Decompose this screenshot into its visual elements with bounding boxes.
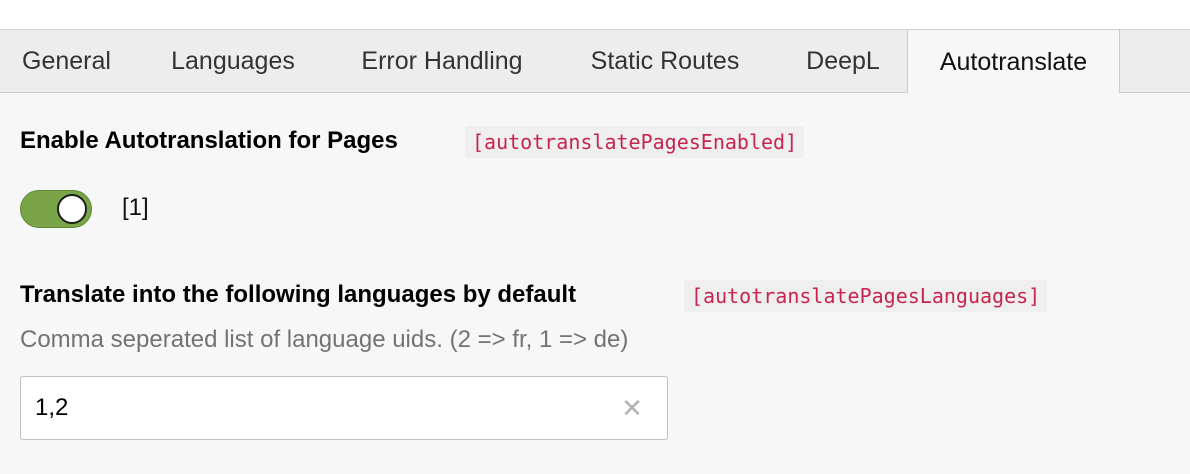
autotranslate-pages-key: [autotranslatePagesEnabled]	[465, 126, 805, 158]
autotranslate-languages-key: [autotranslatePagesLanguages]	[684, 280, 1048, 312]
top-strip	[0, 0, 1190, 29]
toggle-knob	[57, 194, 87, 224]
tab-deepl[interactable]: DeepL	[779, 30, 907, 93]
autotranslate-languages-label: Translate into the following languages b…	[20, 281, 577, 308]
close-icon[interactable]: ✕	[619, 393, 645, 423]
toggle-value: [1]	[122, 194, 149, 221]
tab-static-routes[interactable]: Static Routes	[551, 30, 779, 93]
tab-bar: General Languages Error Handling Static …	[0, 29, 1190, 93]
tab-error-handling[interactable]: Error Handling	[333, 30, 551, 93]
autotranslate-languages-description: Comma seperated list of language uids. (…	[20, 326, 629, 353]
languages-field: ✕	[20, 376, 668, 440]
autotranslate-pages-toggle[interactable]	[20, 190, 92, 228]
tab-languages[interactable]: Languages	[133, 30, 333, 93]
autotranslate-pages-label: Enable Autotranslation for Pages	[20, 127, 398, 154]
tab-general[interactable]: General	[0, 30, 133, 93]
languages-input[interactable]	[35, 377, 615, 439]
tab-autotranslate[interactable]: Autotranslate	[907, 29, 1120, 93]
settings-panel: Enable Autotranslation for Pages [autotr…	[0, 93, 1190, 474]
